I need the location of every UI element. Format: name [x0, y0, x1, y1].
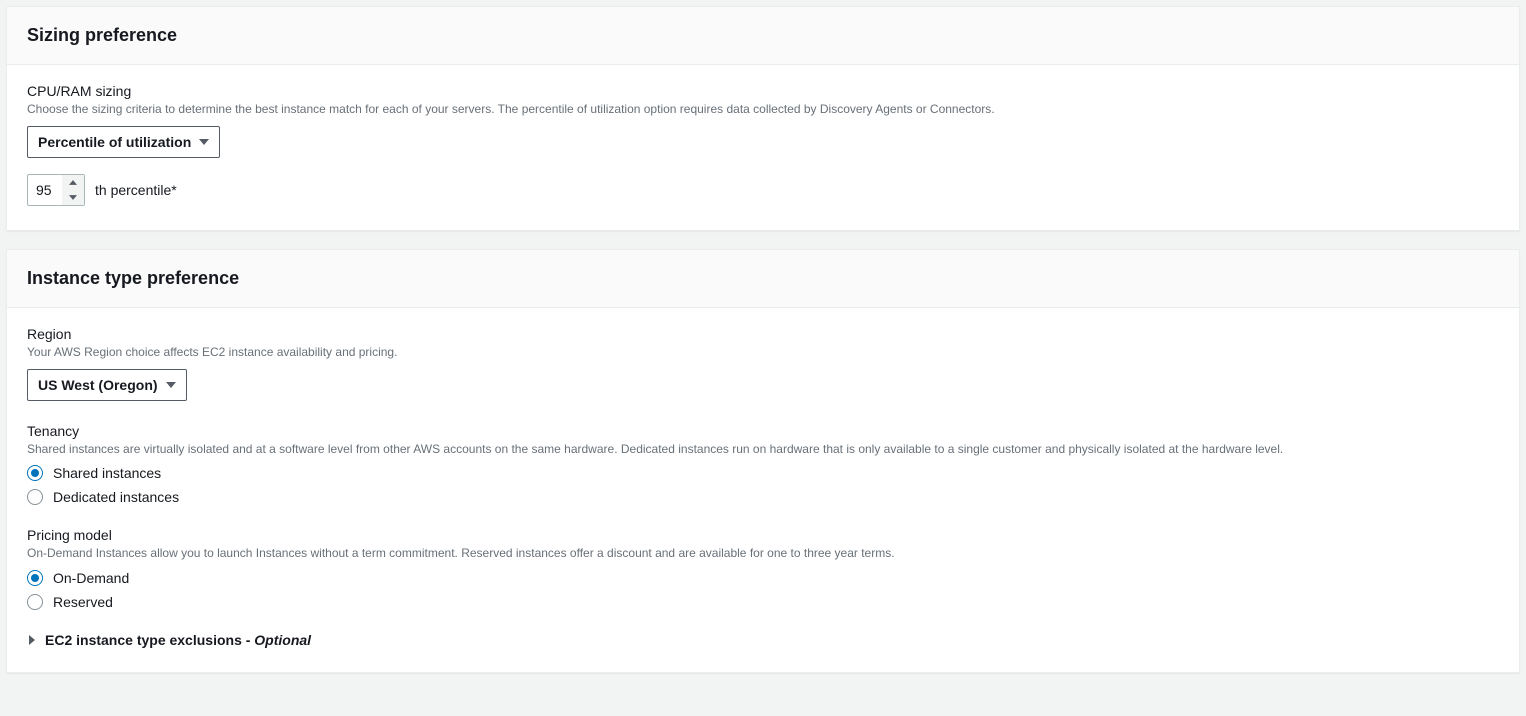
radio-icon: [27, 489, 43, 505]
percentile-step-up-button[interactable]: [62, 175, 84, 190]
sizing-preference-title: Sizing preference: [27, 25, 1499, 46]
instance-type-header: Instance type preference: [7, 250, 1519, 308]
region-select[interactable]: US West (Oregon): [27, 369, 187, 401]
sizing-preference-panel: Sizing preference CPU/RAM sizing Choose …: [6, 6, 1520, 231]
pricing-label: Pricing model: [27, 527, 1499, 543]
chevron-up-icon: [69, 180, 77, 185]
sizing-preference-body: CPU/RAM sizing Choose the sizing criteri…: [7, 65, 1519, 230]
instance-type-body: Region Your AWS Region choice affects EC…: [7, 308, 1519, 672]
ec2-exclusions-title: EC2 instance type exclusions - Optional: [45, 632, 311, 648]
caret-down-icon: [166, 380, 176, 390]
cpu-ram-label: CPU/RAM sizing: [27, 83, 1499, 99]
ec2-exclusions-toggle[interactable]: EC2 instance type exclusions - Optional: [27, 632, 1499, 648]
chevron-down-icon: [69, 195, 77, 200]
percentile-stepper[interactable]: 95: [27, 174, 85, 206]
instance-type-title: Instance type preference: [27, 268, 1499, 289]
tenancy-shared-radio[interactable]: Shared instances: [27, 465, 1499, 481]
stepper-buttons: [62, 175, 84, 205]
caret-right-icon: [27, 635, 37, 645]
radio-icon: [27, 570, 43, 586]
percentile-step-down-button[interactable]: [62, 190, 84, 205]
tenancy-desc: Shared instances are virtually isolated …: [27, 441, 1499, 458]
tenancy-dedicated-label: Dedicated instances: [53, 489, 179, 505]
cpu-ram-sizing-value: Percentile of utilization: [38, 134, 191, 150]
radio-icon: [27, 465, 43, 481]
sizing-preference-header: Sizing preference: [7, 7, 1519, 65]
cpu-ram-group: CPU/RAM sizing Choose the sizing criteri…: [27, 83, 1499, 206]
ec2-exclusions-optional: Optional: [254, 632, 311, 648]
pricing-reserved-label: Reserved: [53, 594, 113, 610]
tenancy-group: Tenancy Shared instances are virtually i…: [27, 423, 1499, 506]
region-value: US West (Oregon): [38, 377, 158, 393]
percentile-value: 95: [36, 182, 62, 198]
pricing-on-demand-radio[interactable]: On-Demand: [27, 570, 1499, 586]
region-group: Region Your AWS Region choice affects EC…: [27, 326, 1499, 401]
caret-down-icon: [199, 137, 209, 147]
pricing-desc: On-Demand Instances allow you to launch …: [27, 545, 1499, 562]
cpu-ram-desc: Choose the sizing criteria to determine …: [27, 101, 1499, 118]
region-label: Region: [27, 326, 1499, 342]
percentile-row: 95 th percentile*: [27, 174, 1499, 206]
pricing-reserved-radio[interactable]: Reserved: [27, 594, 1499, 610]
tenancy-shared-label: Shared instances: [53, 465, 161, 481]
radio-icon: [27, 594, 43, 610]
instance-type-panel: Instance type preference Region Your AWS…: [6, 249, 1520, 673]
pricing-on-demand-label: On-Demand: [53, 570, 129, 586]
ec2-exclusions-label: EC2 instance type exclusions -: [45, 632, 254, 648]
tenancy-dedicated-radio[interactable]: Dedicated instances: [27, 489, 1499, 505]
region-desc: Your AWS Region choice affects EC2 insta…: [27, 344, 1499, 361]
cpu-ram-sizing-select[interactable]: Percentile of utilization: [27, 126, 220, 158]
tenancy-label: Tenancy: [27, 423, 1499, 439]
pricing-group: Pricing model On-Demand Instances allow …: [27, 527, 1499, 610]
percentile-suffix: th percentile*: [95, 182, 177, 198]
